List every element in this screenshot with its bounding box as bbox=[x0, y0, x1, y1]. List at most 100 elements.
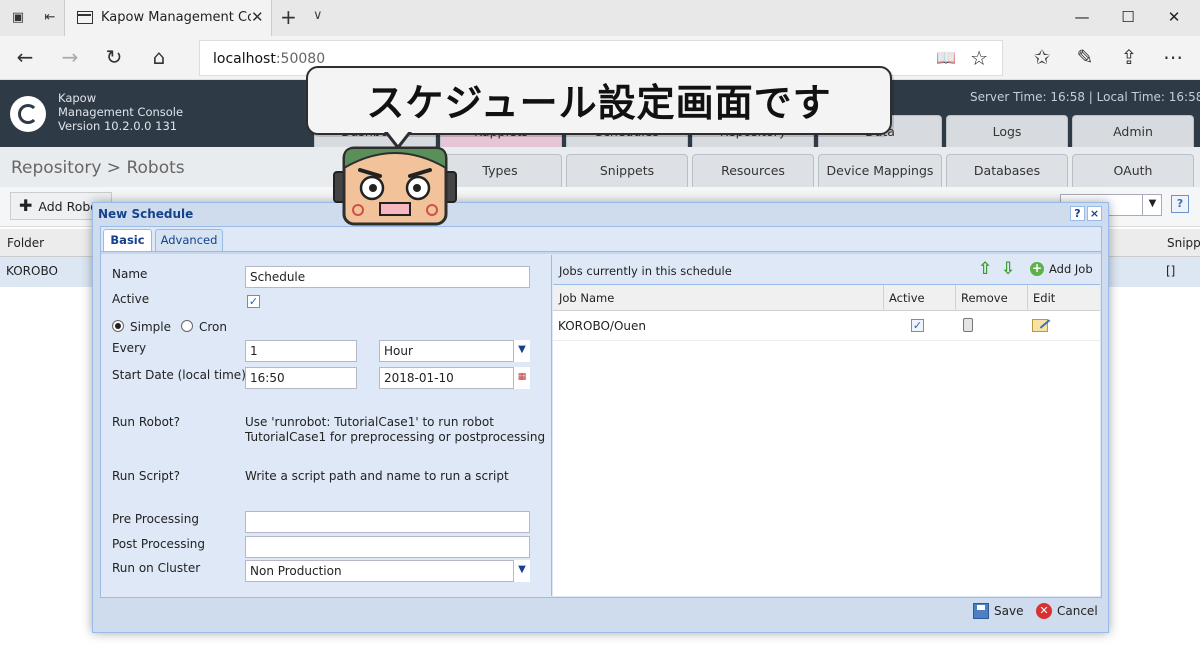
run-robot-hint-1: Use 'runrobot: TutorialCase1' to run rob… bbox=[245, 415, 494, 429]
column-edit[interactable]: Edit bbox=[1033, 291, 1055, 305]
jobs-title: Jobs currently in this schedule bbox=[559, 264, 732, 278]
home-icon[interactable]: ⌂ bbox=[146, 46, 172, 68]
active-label: Active bbox=[112, 292, 150, 306]
column-active[interactable]: Active bbox=[889, 291, 925, 305]
every-label: Every bbox=[112, 341, 147, 355]
brand-version: Version 10.2.0.0 131 bbox=[58, 119, 178, 133]
web-note-icon[interactable]: ✎ bbox=[1072, 46, 1098, 68]
save-icon[interactable] bbox=[973, 603, 989, 619]
column-divider bbox=[883, 285, 884, 311]
pre-processing-input[interactable] bbox=[245, 511, 530, 533]
simple-radio[interactable] bbox=[112, 320, 124, 332]
chevron-down-icon[interactable]: ▼ bbox=[513, 560, 530, 582]
calendar-icon[interactable]: ▦ bbox=[513, 367, 530, 389]
browser-tab-bar: ▣ ⇤ Kapow Management Cc ✕ + ∨ — ☐ ✕ bbox=[0, 0, 1200, 36]
reading-view-icon[interactable]: 📖 bbox=[936, 48, 956, 67]
name-input[interactable]: Schedule bbox=[245, 266, 530, 288]
active-checkbox[interactable]: ✓ bbox=[247, 295, 260, 308]
refresh-icon[interactable]: ↻ bbox=[101, 46, 127, 68]
simple-label: Simple bbox=[130, 320, 171, 334]
kapow-logo bbox=[10, 96, 46, 132]
run-robot-hint-2: TutorialCase1 for preprocessing or postp… bbox=[245, 430, 546, 444]
column-job-name[interactable]: Job Name bbox=[559, 291, 614, 305]
address-host: localhost bbox=[213, 51, 276, 67]
favorite-star-icon[interactable]: ☆ bbox=[970, 46, 988, 70]
edit-icon[interactable] bbox=[1032, 319, 1048, 332]
forward-icon[interactable]: → bbox=[57, 46, 83, 68]
run-script-label: Run Script? bbox=[112, 469, 180, 483]
bubble-tail-inner bbox=[387, 131, 409, 145]
tab-basic[interactable]: Basic bbox=[103, 229, 152, 251]
jobs-grid-header bbox=[553, 285, 1100, 311]
column-remove[interactable]: Remove bbox=[961, 291, 1008, 305]
close-icon[interactable]: × bbox=[1087, 206, 1102, 221]
robot-mascot-icon bbox=[333, 146, 457, 226]
job-name-cell: KOROBO/Ouen bbox=[558, 319, 646, 333]
row-folder: KOROBO bbox=[6, 264, 58, 278]
plus-icon: ✚ bbox=[19, 196, 33, 215]
tab-logs[interactable]: Logs bbox=[946, 115, 1068, 147]
run-robot-label: Run Robot? bbox=[112, 415, 180, 429]
run-on-cluster-label: Run on Cluster bbox=[112, 561, 201, 575]
new-tab-icon[interactable]: + bbox=[280, 5, 297, 29]
dialog-title: New Schedule bbox=[98, 207, 194, 221]
maximize-icon[interactable]: ☐ bbox=[1118, 8, 1138, 26]
tab-advanced[interactable]: Advanced bbox=[155, 229, 223, 251]
share-icon[interactable]: ⇪ bbox=[1116, 46, 1142, 68]
brand-product: Management Console bbox=[58, 105, 184, 119]
tab-title: Kapow Management Cc bbox=[101, 10, 251, 25]
favorites-hub-icon[interactable]: ✩ bbox=[1029, 46, 1055, 68]
cancel-button[interactable]: Cancel bbox=[1057, 604, 1098, 618]
back-icon[interactable]: ← bbox=[12, 46, 38, 68]
pre-processing-label: Pre Processing bbox=[112, 512, 199, 526]
cluster-select[interactable]: Non Production bbox=[245, 560, 530, 582]
job-active-checkbox[interactable]: ✓ bbox=[911, 319, 924, 332]
subtab-device-mappings[interactable]: Device Mappings bbox=[818, 154, 942, 187]
add-job-icon[interactable]: + bbox=[1030, 262, 1044, 276]
close-tab-icon[interactable]: ✕ bbox=[251, 8, 264, 26]
column-divider bbox=[1027, 285, 1028, 311]
subtab-resources[interactable]: Resources bbox=[692, 154, 814, 187]
cron-radio[interactable] bbox=[181, 320, 193, 332]
minimize-icon[interactable]: — bbox=[1072, 8, 1092, 26]
server-time: Server Time: 16:58 | Local Time: 16:58 bbox=[970, 90, 1200, 104]
brand-text: Kapow Management Console Version 10.2.0.… bbox=[58, 91, 183, 133]
browser-tab[interactable]: Kapow Management Cc ✕ bbox=[64, 0, 272, 36]
add-job-button[interactable]: Add Job bbox=[1049, 262, 1093, 276]
tab-strip bbox=[101, 251, 1101, 254]
subtab-databases[interactable]: Databases bbox=[946, 154, 1068, 187]
trash-icon[interactable] bbox=[963, 318, 973, 332]
page-icon bbox=[77, 11, 93, 24]
save-button[interactable]: Save bbox=[994, 604, 1023, 618]
set-tabs-aside-icon[interactable]: ⇤ bbox=[40, 8, 60, 28]
subtab-snippets[interactable]: Snippets bbox=[566, 154, 688, 187]
help-icon[interactable]: ? bbox=[1171, 195, 1189, 213]
column-divider bbox=[955, 285, 956, 311]
every-input[interactable]: 1 bbox=[245, 340, 357, 362]
chevron-down-icon[interactable]: ▼ bbox=[1142, 194, 1162, 216]
row-snippets: [] bbox=[1166, 264, 1176, 278]
post-processing-input[interactable] bbox=[245, 536, 530, 558]
move-down-icon[interactable]: ⇩ bbox=[1001, 259, 1015, 279]
breadcrumb: Repository > Robots bbox=[11, 158, 185, 178]
dialog-footer bbox=[101, 598, 1101, 628]
start-date-input[interactable]: 2018-01-10 bbox=[379, 367, 530, 389]
name-label: Name bbox=[112, 267, 148, 281]
tab-admin[interactable]: Admin bbox=[1072, 115, 1194, 147]
start-time-input[interactable]: 16:50 bbox=[245, 367, 357, 389]
run-script-hint: Write a script path and name to run a sc… bbox=[245, 469, 509, 483]
more-icon[interactable]: ⋯ bbox=[1160, 46, 1186, 68]
column-folder[interactable]: Folder bbox=[7, 236, 44, 250]
column-snippets[interactable]: Snippets bbox=[1167, 236, 1200, 250]
every-unit-select[interactable]: Hour bbox=[379, 340, 530, 362]
subtab-oauth[interactable]: OAuth bbox=[1072, 154, 1194, 187]
chevron-down-icon[interactable]: ∨ bbox=[313, 8, 323, 23]
cron-label: Cron bbox=[199, 320, 227, 334]
tab-preview-icon[interactable]: ▣ bbox=[8, 8, 28, 28]
window-close-icon[interactable]: ✕ bbox=[1164, 8, 1184, 26]
move-up-icon[interactable]: ⇧ bbox=[978, 259, 992, 279]
chevron-down-icon[interactable]: ▼ bbox=[513, 340, 530, 362]
caption-text: スケジュール設定画面です bbox=[366, 81, 832, 125]
cancel-icon[interactable]: ✕ bbox=[1036, 603, 1052, 619]
help-icon[interactable]: ? bbox=[1070, 206, 1085, 221]
